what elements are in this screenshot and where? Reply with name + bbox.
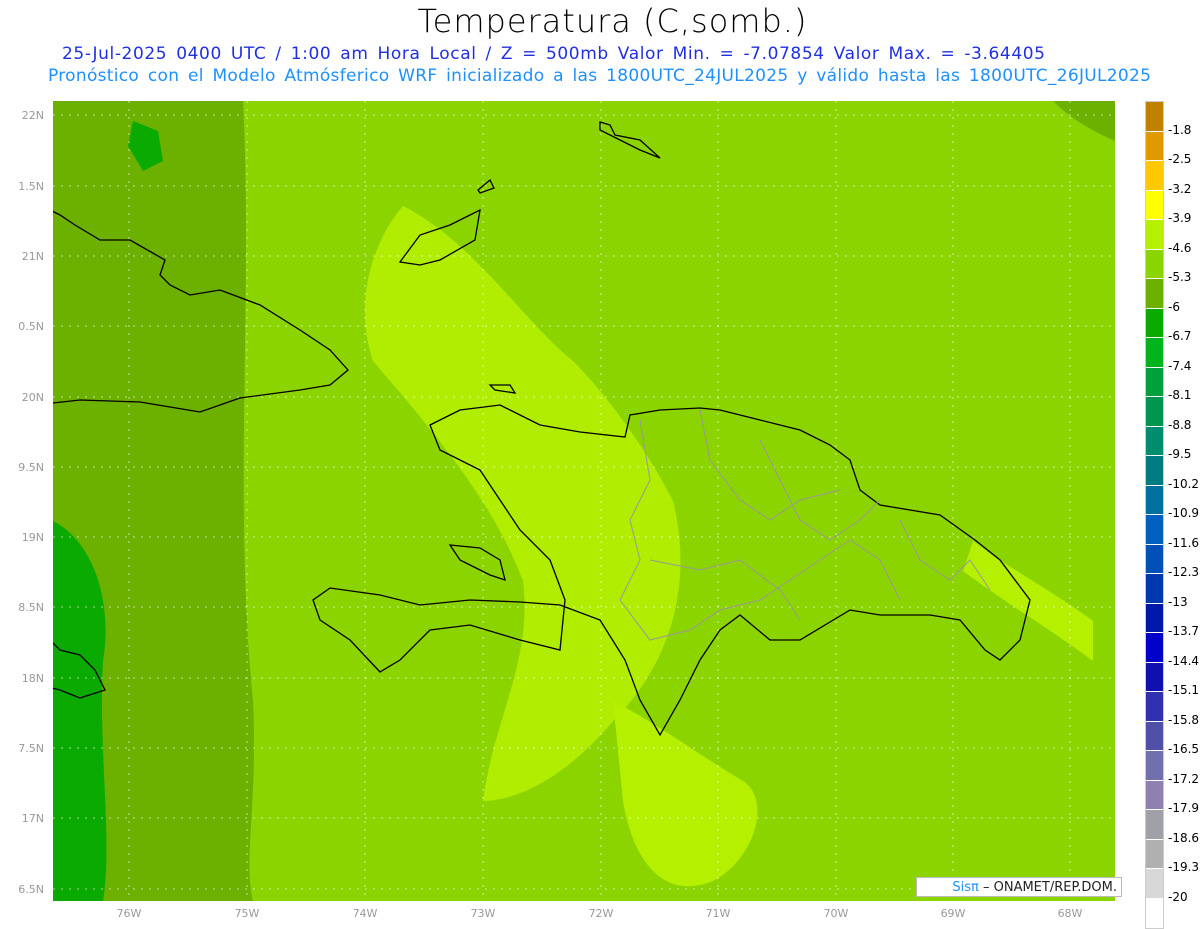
colorbar-swatch: [1146, 102, 1163, 132]
colorbar-swatch: [1146, 574, 1163, 604]
colorbar-swatch: [1146, 544, 1163, 574]
colorbar-label: -6.7: [1168, 329, 1192, 343]
colorbar-swatch: [1146, 692, 1163, 722]
colorbar-swatch: [1146, 633, 1163, 663]
lon-label: 73W: [470, 907, 496, 920]
colorbar-label: -15.1: [1168, 683, 1200, 697]
colorbar-swatch: [1146, 426, 1163, 456]
colorbar-label: -10.2: [1168, 476, 1200, 491]
colorbar-swatch: [1146, 780, 1163, 810]
lon-label: 75W: [234, 907, 260, 920]
colorbar-label: -18.6: [1168, 830, 1200, 845]
colorbar-swatch: [1146, 898, 1163, 928]
colorbar-swatch: [1146, 338, 1163, 368]
colorbar-label: -9.5: [1168, 447, 1192, 461]
colorbar-swatch: [1146, 131, 1163, 161]
colorbar-swatch: [1146, 308, 1163, 338]
colorbar-label: -13.7: [1168, 624, 1200, 638]
colorbar-swatch: [1146, 161, 1163, 191]
colorbar-swatch: [1146, 249, 1163, 279]
lat-label: 9.5N: [18, 461, 44, 474]
colorbar-label: -5.3: [1168, 270, 1192, 284]
colorbar: [1145, 101, 1164, 929]
colorbar-label: -14.4: [1168, 653, 1200, 668]
model-info-line: Pronóstico con el Modelo Atmósferico WRF…: [48, 66, 1152, 86]
colorbar-swatch: [1146, 485, 1163, 515]
lon-label: 69W: [940, 907, 966, 920]
colorbar-label: -20: [1168, 889, 1188, 904]
lat-label: 17N: [21, 812, 44, 825]
lat-label: 20N: [21, 391, 44, 404]
colorbar-label: -3.9: [1168, 211, 1192, 225]
logo-text: – ONAMET/REP.DOM.: [978, 880, 1117, 895]
lon-label: 72W: [588, 907, 614, 920]
lat-label: 0.5N: [18, 320, 44, 333]
lat-label: 8.5N: [18, 601, 44, 614]
colorbar-label: -3.2: [1168, 181, 1192, 196]
colorbar-swatch: [1146, 869, 1163, 899]
colorbar-swatch: [1146, 279, 1163, 309]
onamet-logo: Sisπ – ONAMET/REP.DOM.: [916, 877, 1122, 897]
colorbar-label: -2.5: [1168, 152, 1192, 166]
lat-label: 1.5N: [18, 180, 44, 193]
colorbar-label: -8.1: [1168, 388, 1192, 402]
colorbar-label: -13: [1168, 594, 1188, 609]
lon-label: 70W: [823, 907, 849, 920]
colorbar-swatch: [1146, 751, 1163, 781]
colorbar-swatch: [1146, 839, 1163, 869]
colorbar-swatch: [1146, 662, 1163, 692]
lat-label: 7.5N: [18, 742, 44, 755]
lat-label: 18N: [21, 672, 44, 685]
colorbar-swatch: [1146, 515, 1163, 545]
colorbar-label: -8.8: [1168, 417, 1192, 432]
logo-sis: Sisπ: [952, 880, 979, 895]
lat-label: 19N: [21, 531, 44, 544]
colorbar-swatch: [1146, 810, 1163, 840]
lat-label: 6.5N: [18, 883, 44, 896]
lat-label: 22N: [21, 109, 44, 122]
lat-label: 21N: [21, 250, 44, 263]
colorbar-label: -10.9: [1168, 506, 1200, 520]
colorbar-label: -19.3: [1168, 860, 1200, 874]
colorbar-swatch: [1146, 190, 1163, 220]
colorbar-swatch: [1146, 397, 1163, 427]
colorbar-label: -12.3: [1168, 565, 1200, 579]
lon-label: 71W: [705, 907, 731, 920]
colorbar-label: -11.6: [1168, 535, 1200, 550]
colorbar-swatch: [1146, 367, 1163, 397]
colorbar-swatch: [1146, 220, 1163, 250]
lon-label: 74W: [352, 907, 378, 920]
colorbar-swatch: [1146, 456, 1163, 486]
colorbar-label: -16.5: [1168, 742, 1200, 756]
temperature-map: [53, 101, 1115, 901]
lon-label: 68W: [1057, 907, 1083, 920]
map-title: Temperatura (C,somb.): [417, 2, 808, 40]
colorbar-label: -6: [1168, 299, 1180, 314]
colorbar-label: -4.6: [1168, 240, 1192, 255]
colorbar-label: -17.2: [1168, 771, 1200, 786]
colorbar-swatch: [1146, 721, 1163, 751]
colorbar-label: -1.8: [1168, 122, 1192, 137]
forecast-time-line: 25-Jul-2025 0400 UTC / 1:00 am Hora Loca…: [62, 44, 1046, 64]
lon-label: 76W: [116, 907, 142, 920]
colorbar-label: -17.9: [1168, 801, 1200, 815]
colorbar-label: -15.8: [1168, 712, 1200, 727]
colorbar-swatch: [1146, 603, 1163, 633]
colorbar-label: -7.4: [1168, 358, 1192, 373]
